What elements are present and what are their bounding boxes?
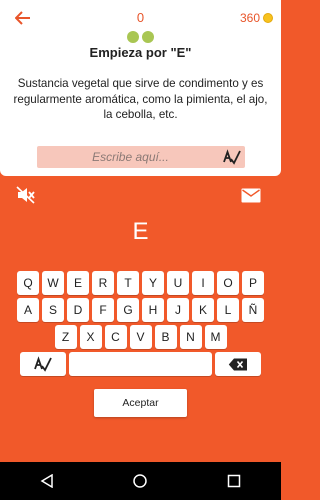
backspace-key[interactable]	[215, 352, 261, 376]
key-v[interactable]: V	[129, 325, 152, 349]
puzzle-card: 0 360 Empieza por "E" Sustancia vegetal …	[0, 0, 281, 176]
key-w[interactable]: W	[42, 271, 64, 295]
square-recents-icon	[227, 474, 241, 488]
clue-text: Sustancia vegetal que sirve de condiment…	[13, 77, 268, 121]
keyboard-row-4	[0, 352, 281, 376]
coin-balance: 360	[240, 11, 273, 25]
envelope-icon	[241, 188, 261, 203]
spellcheck-icon	[34, 356, 52, 372]
key-n[interactable]: N	[179, 325, 202, 349]
key-j[interactable]: J	[167, 298, 189, 322]
key-p[interactable]: P	[242, 271, 264, 295]
keyboard-row-1: QWERTYUIOP	[0, 271, 281, 295]
mail-button[interactable]	[241, 188, 261, 203]
key-z[interactable]: Z	[54, 325, 77, 349]
key-d[interactable]: D	[67, 298, 89, 322]
streak-count: 0	[136, 10, 145, 25]
key-g[interactable]: G	[117, 298, 139, 322]
nav-back-button[interactable]	[32, 466, 62, 496]
key-a[interactable]: A	[17, 298, 39, 322]
nav-recents-button[interactable]	[219, 466, 249, 496]
progress-dots	[127, 31, 154, 43]
system-nav-bar	[0, 462, 281, 500]
key-c[interactable]: C	[104, 325, 127, 349]
nav-home-button[interactable]	[125, 466, 155, 496]
key-b[interactable]: B	[154, 325, 177, 349]
accept-button[interactable]: Aceptar	[94, 389, 187, 417]
current-letter: E	[132, 218, 149, 245]
spellcheck-key[interactable]	[20, 352, 66, 376]
keyboard-row-2: ASDFGHJKLÑ	[0, 298, 281, 322]
key-o[interactable]: O	[217, 271, 239, 295]
key-u[interactable]: U	[167, 271, 189, 295]
key-y[interactable]: Y	[142, 271, 164, 295]
space-key[interactable]	[69, 352, 212, 376]
coin-count: 360	[239, 11, 260, 25]
key-r[interactable]: R	[92, 271, 114, 295]
key-x[interactable]: X	[79, 325, 102, 349]
mute-button[interactable]	[16, 186, 36, 204]
circle-home-icon	[133, 474, 148, 488]
key-ñ[interactable]: Ñ	[242, 298, 264, 322]
clue-heading: Empieza por "E"	[89, 45, 192, 60]
progress-dot	[142, 31, 154, 43]
spellcheck-icon	[223, 149, 241, 165]
coin-icon	[263, 13, 273, 23]
speaker-muted-icon	[16, 186, 35, 204]
key-q[interactable]: Q	[17, 271, 39, 295]
key-k[interactable]: K	[192, 298, 214, 322]
key-s[interactable]: S	[42, 298, 64, 322]
keyboard-row-3: ZXCVBNM	[0, 325, 281, 349]
key-l[interactable]: L	[217, 298, 239, 322]
key-t[interactable]: T	[117, 271, 139, 295]
answer-placeholder: Escribe aquí...	[92, 150, 169, 164]
key-m[interactable]: M	[204, 325, 227, 349]
key-i[interactable]: I	[192, 271, 214, 295]
key-f[interactable]: F	[92, 298, 114, 322]
key-e[interactable]: E	[67, 271, 89, 295]
progress-dot	[127, 31, 139, 43]
backspace-icon	[228, 358, 247, 370]
key-h[interactable]: H	[142, 298, 164, 322]
answer-field[interactable]: Escribe aquí...	[37, 146, 245, 168]
triangle-back-icon	[40, 474, 53, 488]
